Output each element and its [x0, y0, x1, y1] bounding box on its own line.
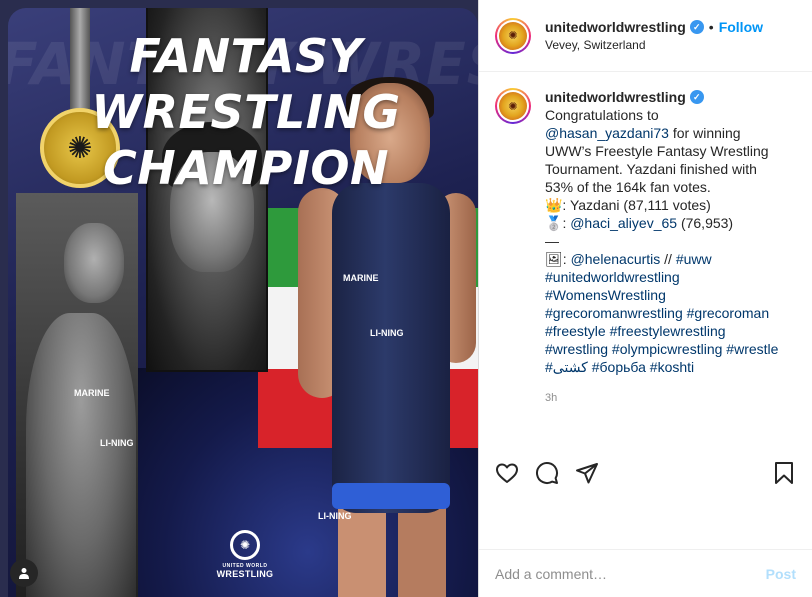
post-sidebar: ✺ unitedworldwrestling ✓ • Follow Vevey,… [478, 0, 812, 597]
hashtag[interactable]: #koshti [650, 359, 694, 375]
caption-line-photo: 🖼: @helenacurtis // #uww [545, 251, 712, 267]
user-tag-button[interactable] [10, 559, 38, 587]
hashtag[interactable]: #wrestle [726, 341, 778, 357]
location-link[interactable]: Vevey, Switzerland [545, 38, 763, 52]
uww-ring-icon: ✺ [230, 530, 260, 560]
suit-brand-left: LI-NING [100, 438, 134, 448]
uww-logo: ✺ UNITED WORLD WRESTLING [215, 530, 275, 579]
hashtag[interactable]: #grecoroman [687, 305, 770, 321]
verified-badge-icon: ✓ [689, 90, 704, 104]
mention-helenacurtis[interactable]: @helenacurtis [571, 251, 661, 267]
poster-graphic: FANTASY WRESTLING G MARINE LI-NING ✺ [8, 8, 478, 597]
hashtag[interactable]: #grecoromanwrestling [545, 305, 683, 321]
heart-icon [496, 463, 518, 483]
post-image[interactable]: FANTASY WRESTLING G MARINE LI-NING ✺ [0, 0, 478, 597]
silver-medal-icon: 🥈 [545, 215, 563, 231]
caption-username[interactable]: unitedworldwrestling [545, 88, 686, 106]
comment-button[interactable] [535, 461, 559, 485]
frame-photo-icon: 🖼 [545, 251, 563, 267]
suit-sponsor: MARINE [343, 273, 379, 283]
share-icon [576, 463, 598, 484]
mention-haci-aliyev[interactable]: @haci_aliyev_65 [570, 215, 677, 231]
hashtag[interactable]: #unitedworldwrestling [545, 269, 680, 285]
comment-bar: Post [479, 549, 812, 597]
suit-sponsor-left: MARINE [74, 388, 110, 398]
caption-text: Congratulations to @hasan_yazdani73 for … [545, 106, 781, 376]
suit-brand-lower: LI-NING [318, 511, 352, 521]
suit-brand: LI-NING [370, 328, 404, 338]
bookmark-icon [775, 462, 793, 484]
post-header: ✺ unitedworldwrestling ✓ • Follow Vevey,… [479, 0, 812, 72]
action-bar [495, 457, 796, 489]
avatar[interactable]: ✺ [495, 17, 531, 54]
uww-avatar-logo-icon: ✺ [499, 21, 527, 50]
share-button[interactable] [575, 461, 599, 485]
hashtag[interactable]: #uww [676, 251, 712, 267]
verified-badge-icon: ✓ [689, 20, 704, 34]
post-comment-button[interactable]: Post [766, 566, 796, 582]
hashtag[interactable]: #freestyle [545, 323, 606, 339]
like-button[interactable] [495, 461, 519, 485]
save-button[interactable] [772, 461, 796, 485]
caption-line-silver: 🥈: @haci_aliyev_65 (76,953) [545, 215, 734, 231]
headline-line-1: FANTASY WRESTLING [91, 29, 401, 139]
headline-line-2: CHAMPION [102, 141, 390, 195]
caption: ✺ unitedworldwrestling ✓ Congratulations… [495, 88, 800, 407]
caption-divider: — [545, 233, 559, 249]
comment-input[interactable] [495, 565, 766, 582]
caption-avatar[interactable]: ✺ [495, 88, 531, 124]
header-username[interactable]: unitedworldwrestling [545, 19, 686, 35]
follow-button[interactable]: Follow [719, 19, 763, 35]
wrestler-photo-left: MARINE LI-NING [16, 193, 138, 597]
hashtag[interactable]: #کشتی [545, 359, 588, 375]
poster-headline: FANTASY WRESTLING CHAMPION [26, 28, 466, 196]
caption-text-1: Congratulations to [545, 107, 659, 123]
post-timestamp[interactable]: 3h [545, 389, 781, 407]
hashtag[interactable]: #борьба [592, 359, 646, 375]
uww-logo-line-2: WRESTLING [216, 569, 274, 579]
hashtag[interactable]: #wrestling [545, 341, 608, 357]
hashtag[interactable]: #olympicwrestling [612, 341, 722, 357]
caption-line-crown: 👑: Yazdani (87,111 votes) [545, 197, 711, 213]
mention-hasan-yazdani[interactable]: @hasan_yazdani73 [545, 125, 669, 141]
hashtag[interactable]: #freestylewrestling [610, 323, 726, 339]
comment-icon [536, 462, 558, 484]
header-separator: • [708, 19, 714, 35]
user-tag-icon [19, 568, 29, 579]
uww-avatar-logo-icon: ✺ [499, 92, 527, 120]
hashtag[interactable]: #WomensWrestling [545, 287, 666, 303]
